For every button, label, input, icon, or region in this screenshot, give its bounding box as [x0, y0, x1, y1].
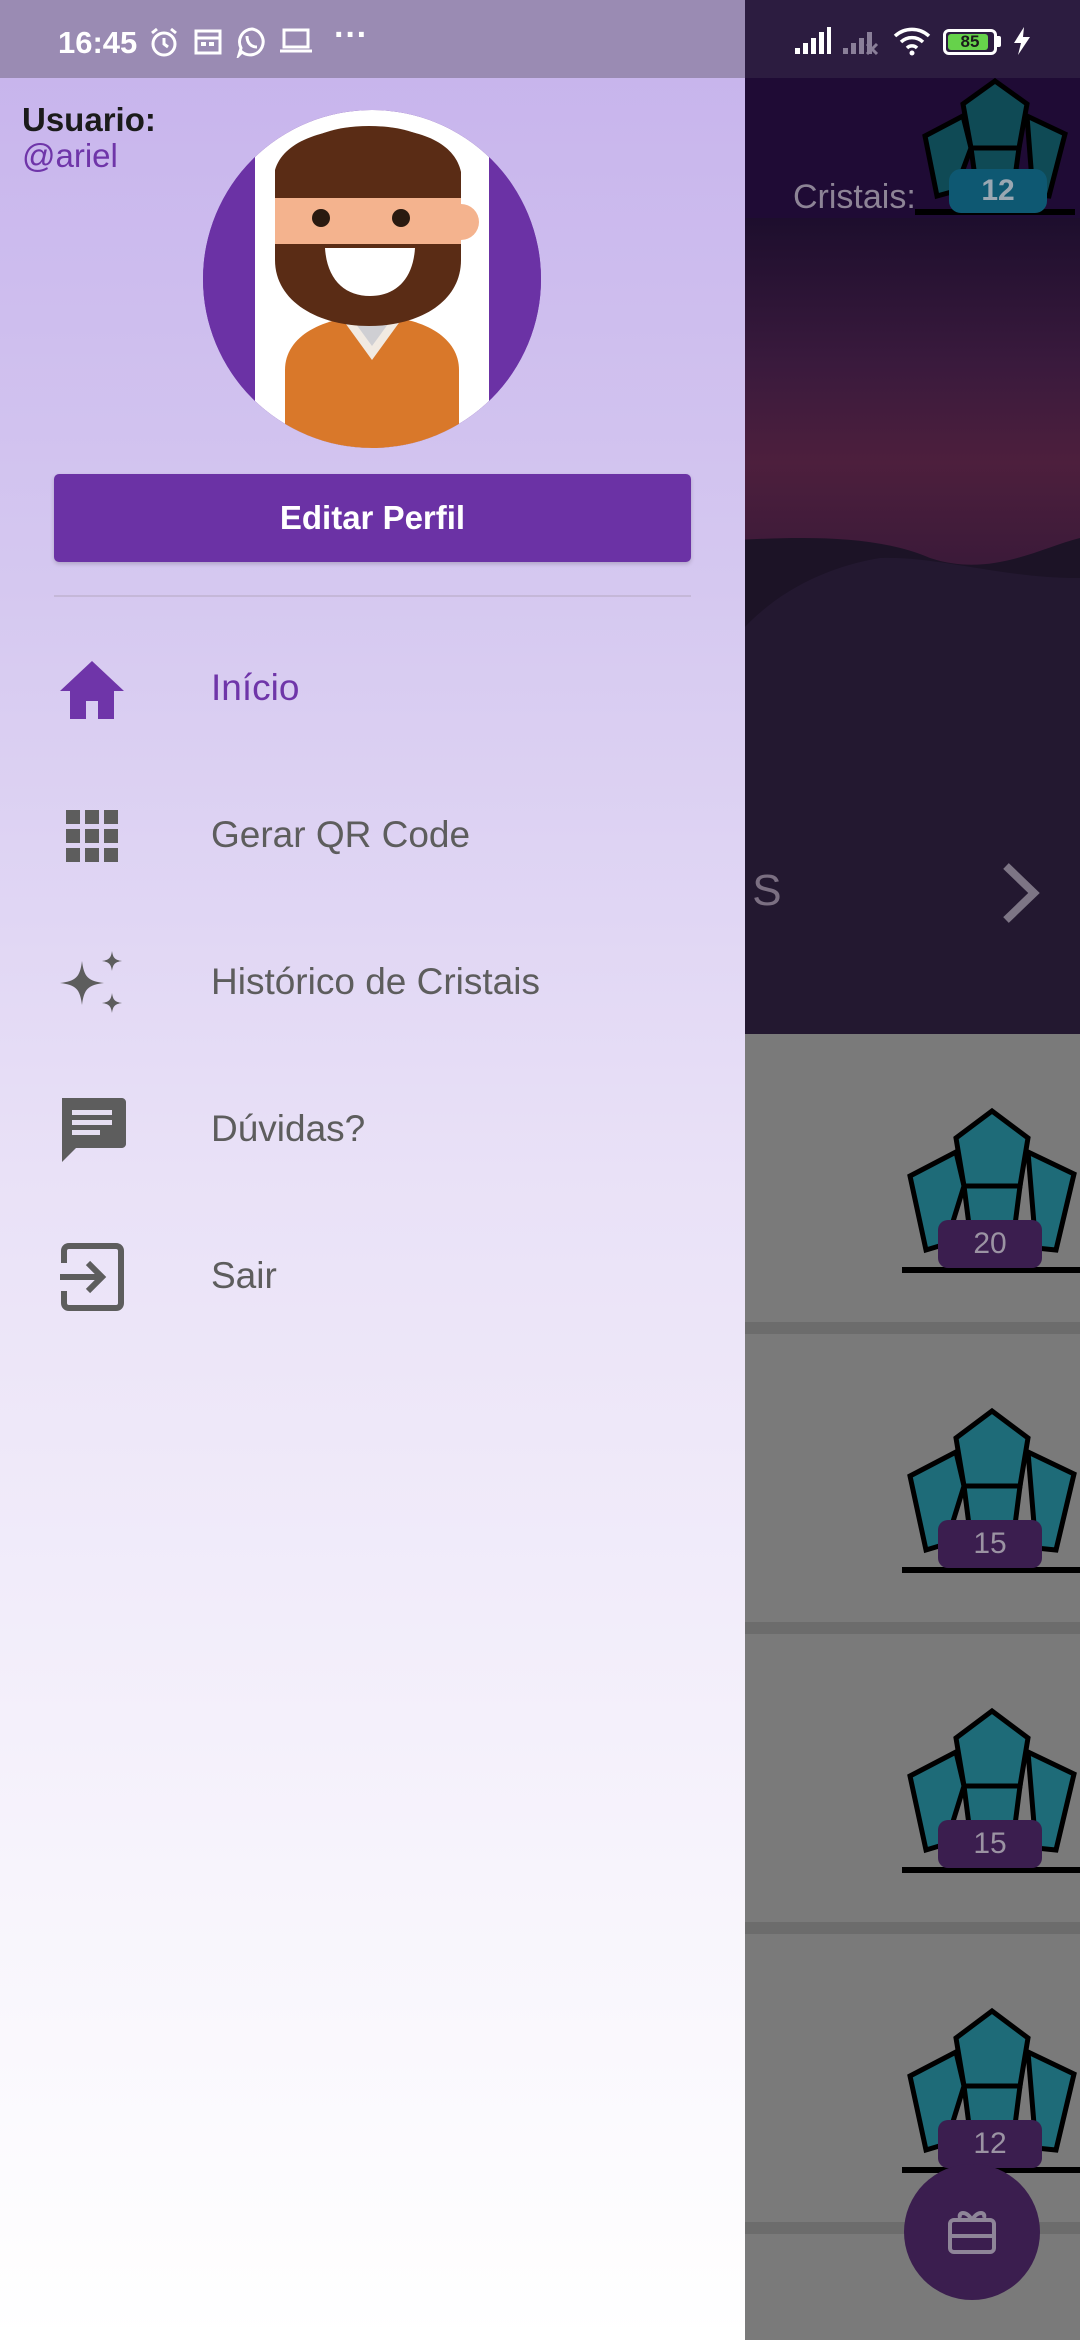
gift-card-icon	[948, 2211, 996, 2254]
avatar[interactable]	[203, 110, 541, 448]
crystal-value-badge: 15	[938, 1520, 1042, 1568]
clock: 16:45	[58, 25, 138, 60]
menu-item-gerar-qr-code[interactable]: Gerar QR Code	[0, 770, 745, 900]
user-label: Usuario:	[22, 101, 156, 138]
signal-icon	[795, 27, 831, 54]
status-bar: 16:45 ··· 85	[0, 0, 1080, 78]
wifi-icon	[893, 27, 931, 56]
whatsapp-icon	[236, 27, 265, 58]
more-dots-icon: ···	[334, 16, 368, 54]
navigation-drawer: Usuario: @ariel Editar Perfil Início Ger…	[0, 0, 745, 2340]
battery-icon: 85	[943, 29, 997, 55]
charging-icon	[1014, 27, 1030, 55]
gift-fab-button[interactable]	[904, 2164, 1040, 2300]
calendar-icon	[194, 29, 222, 55]
crystal-value-badge: 20	[938, 1220, 1042, 1268]
menu-item-inicio[interactable]: Início	[0, 623, 745, 753]
sparkles-icon	[60, 951, 122, 1013]
cristais-label: Cristais:	[793, 178, 916, 216]
menu-item-historico-de-cristais[interactable]: Histórico de Cristais	[0, 917, 745, 1047]
menu-item-label: Histórico de Cristais	[211, 961, 540, 1002]
crystal-value-badge: 12	[938, 2120, 1042, 2168]
grid-icon	[66, 810, 118, 862]
crystal-value-badge: 15	[938, 1820, 1042, 1868]
menu-item-duvidas[interactable]: Dúvidas?	[0, 1064, 745, 1194]
menu-item-sair[interactable]: Sair	[0, 1211, 745, 1341]
cristais-count-badge: 12	[949, 169, 1047, 213]
laptop-icon	[280, 28, 312, 53]
battery-level: 85	[960, 32, 980, 51]
username: @ariel	[22, 137, 118, 174]
menu-item-label: Sair	[211, 1255, 277, 1296]
signal-off-icon	[843, 32, 879, 56]
divider	[54, 595, 691, 597]
home-icon	[60, 661, 124, 719]
menu-item-label: Gerar QR Code	[211, 814, 471, 855]
menu-item-label: Início	[211, 667, 300, 708]
chevron-right-icon[interactable]	[996, 858, 1046, 928]
alarm-icon	[151, 27, 177, 57]
avatar-image	[203, 110, 541, 448]
chat-icon	[62, 1098, 126, 1162]
exit-icon	[60, 1243, 124, 1311]
edit-profile-button[interactable]: Editar Perfil	[54, 474, 691, 562]
menu-item-label: Dúvidas?	[211, 1108, 366, 1149]
